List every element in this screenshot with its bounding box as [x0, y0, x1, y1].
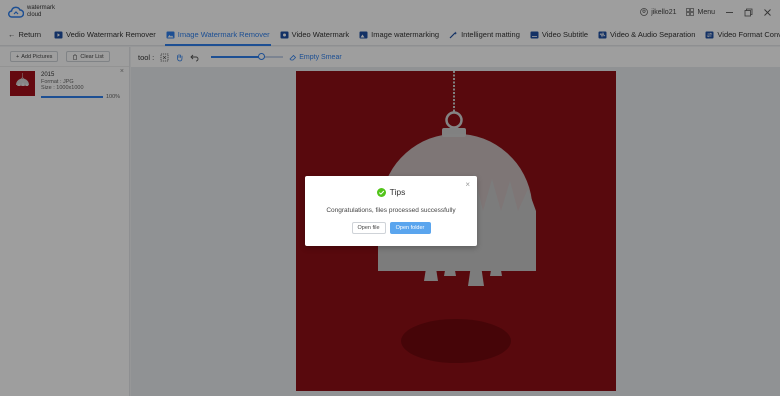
open-folder-button[interactable]: Open folder	[389, 222, 431, 234]
dialog-message: Congratulations, files processed success…	[326, 207, 456, 214]
dialog-title: Tips	[389, 187, 406, 197]
tips-dialog: × Tips Congratulations, files processed …	[305, 176, 477, 246]
open-file-button[interactable]: Open file	[351, 222, 386, 234]
success-check-icon	[376, 187, 386, 197]
